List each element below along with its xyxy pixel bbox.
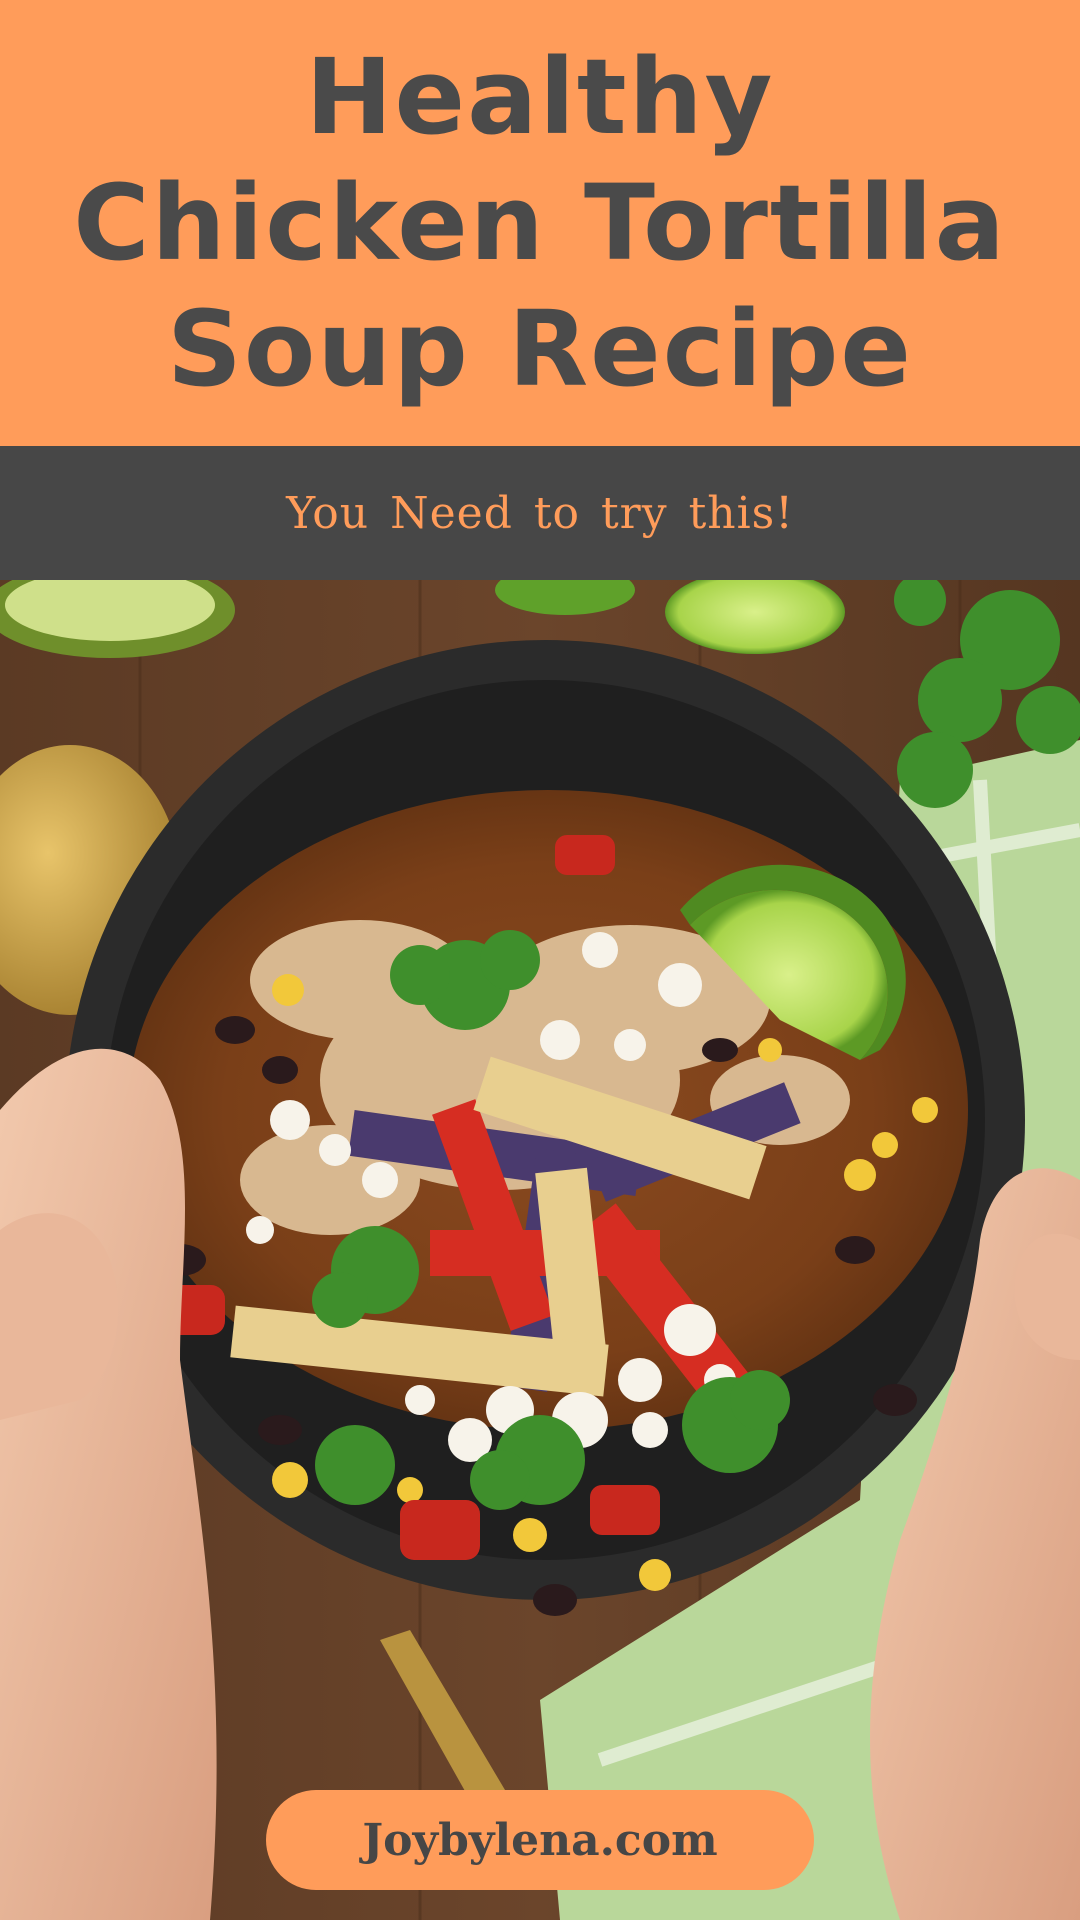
subtitle-banner: You Need to try this!: [0, 446, 1080, 580]
website-url: Joybylena.com: [362, 1814, 718, 1866]
left-hand: [0, 1048, 217, 1920]
title-line-3: Soup Recipe: [167, 288, 913, 410]
title-line-2: Chicken Tortilla: [73, 162, 1007, 284]
title-line-1: Healthy: [305, 36, 775, 158]
title-banner: Healthy Chicken Tortilla Soup Recipe: [0, 0, 1080, 446]
website-button[interactable]: Joybylena.com: [266, 1790, 814, 1890]
subtitle-text: You Need to try this!: [286, 487, 794, 539]
soup-photo: [0, 580, 1080, 1920]
recipe-title: Healthy Chicken Tortilla Soup Recipe: [40, 34, 1040, 412]
